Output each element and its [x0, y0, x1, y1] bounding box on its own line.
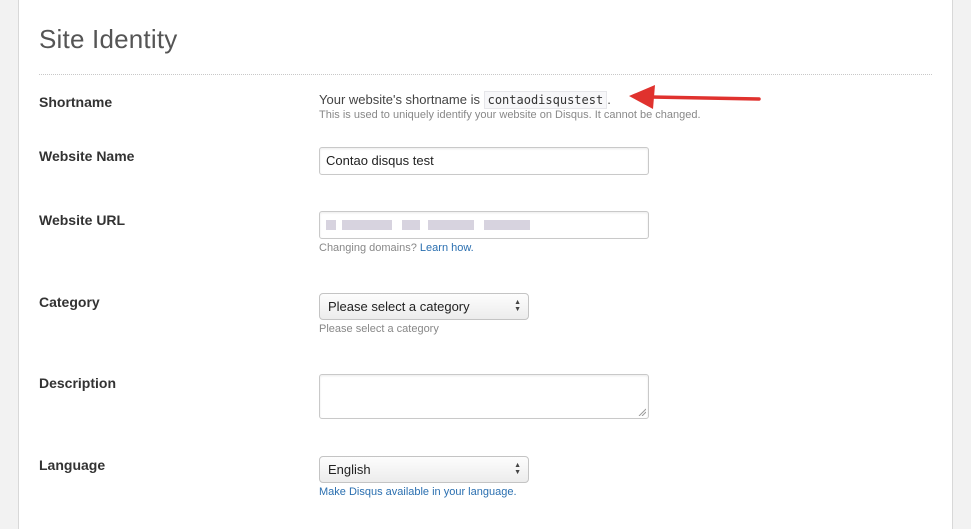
shortname-text-before: Your website's shortname is: [319, 92, 480, 107]
redacted-url: [326, 212, 642, 238]
annotation-arrow-icon: [629, 85, 761, 109]
page-title: Site Identity: [39, 24, 178, 54]
category-help: Please select a category: [319, 323, 439, 335]
title-divider: [39, 74, 932, 75]
website-name-label: Website Name: [39, 148, 135, 164]
language-selected: English: [328, 462, 371, 477]
settings-panel: Site Identity Shortname Your website's s…: [18, 0, 953, 529]
category-select[interactable]: Please select a category ▲ ▼: [319, 293, 529, 320]
website-url-help-text: Changing domains?: [319, 242, 417, 254]
select-arrows-icon: ▲ ▼: [514, 462, 521, 476]
category-selected: Please select a category: [328, 299, 470, 314]
shortname-statement: Your website's shortname is contaodisqus…: [319, 91, 611, 109]
learn-how-link[interactable]: Learn how.: [420, 242, 474, 254]
website-name-input[interactable]: Contao disqus test: [319, 147, 649, 175]
language-help-link[interactable]: Make Disqus available in your language.: [319, 486, 517, 498]
website-url-help: Changing domains? Learn how.: [319, 242, 474, 254]
website-url-label: Website URL: [39, 212, 126, 228]
shortname-text-after: .: [607, 92, 611, 107]
resize-grip-icon[interactable]: [638, 408, 646, 416]
description-textarea[interactable]: [319, 374, 649, 419]
shortname-label: Shortname: [39, 94, 113, 110]
website-url-input[interactable]: [319, 211, 649, 239]
language-select[interactable]: English ▲ ▼: [319, 456, 529, 483]
category-label: Category: [39, 294, 100, 310]
select-arrows-icon: ▲ ▼: [514, 299, 521, 313]
language-help: Make Disqus available in your language.: [319, 486, 517, 498]
language-label: Language: [39, 457, 106, 473]
shortname-value: contaodisqustest: [483, 91, 608, 109]
description-label: Description: [39, 375, 117, 391]
